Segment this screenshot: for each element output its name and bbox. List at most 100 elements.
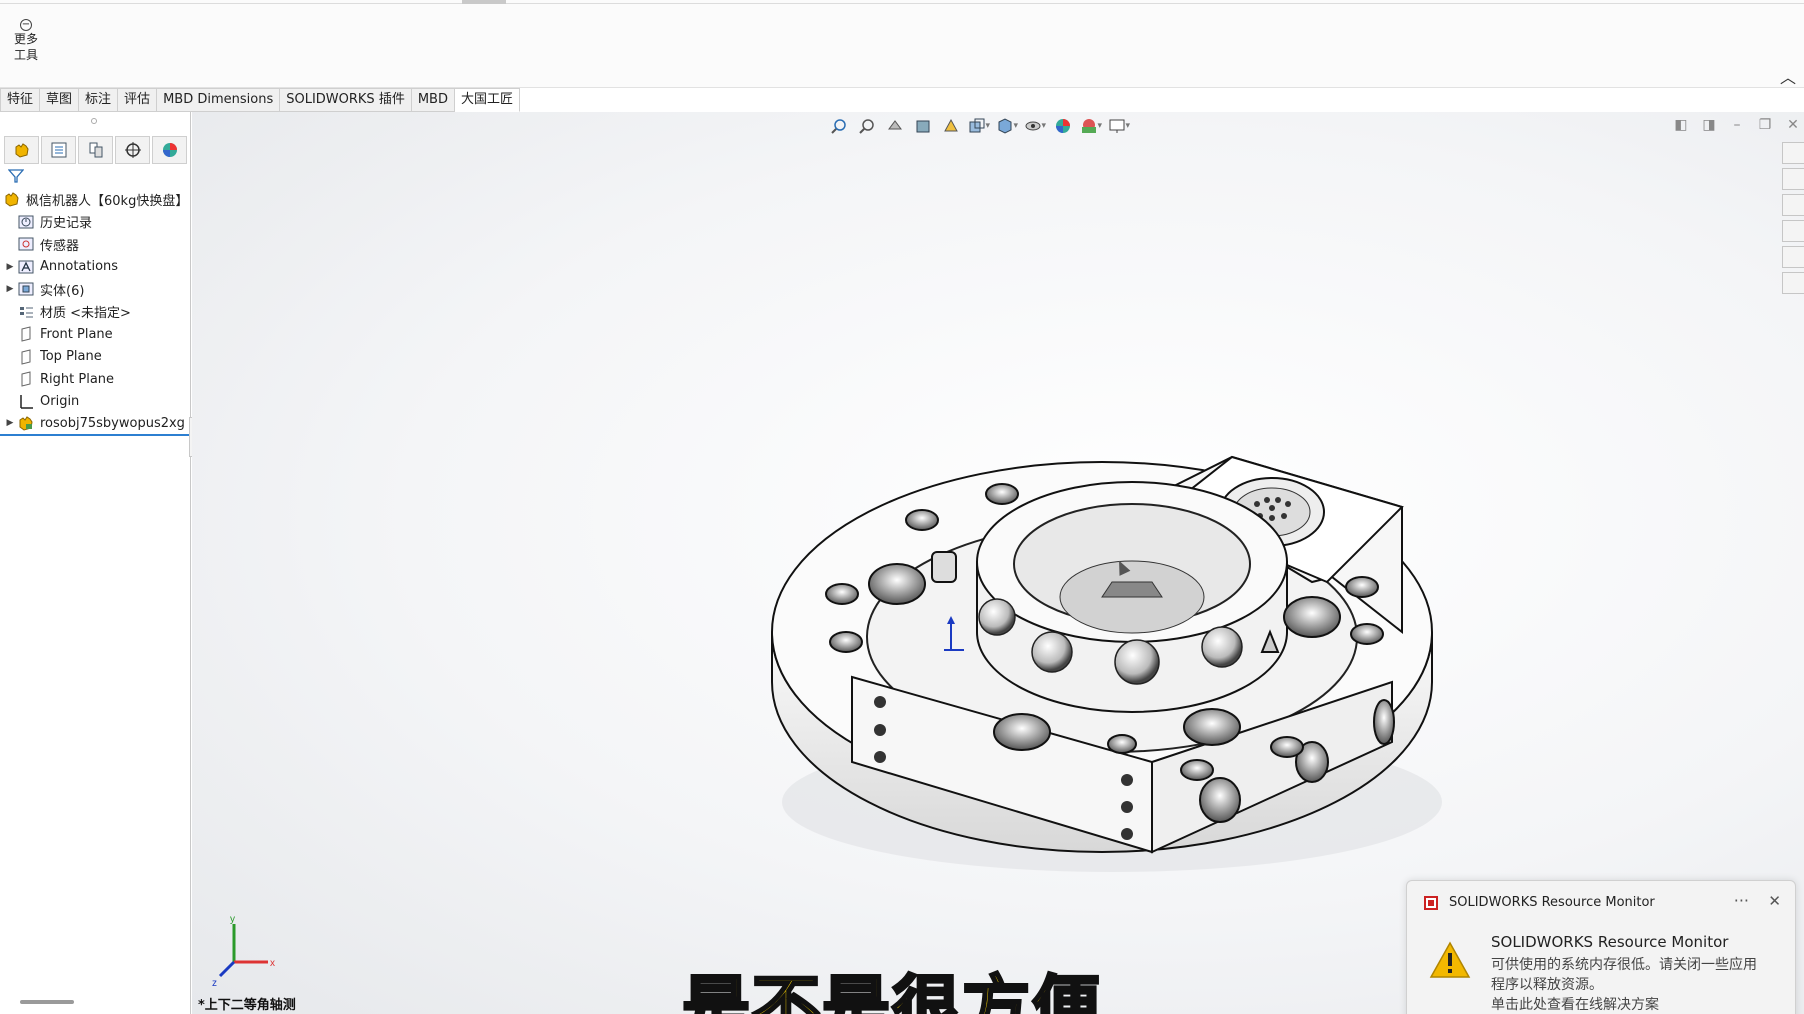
tree-item-imported-body[interactable]: ▶ rosobj75sbywopus2xg bbox=[0, 413, 190, 436]
tree-item-sensors[interactable]: 传感器 bbox=[0, 233, 190, 256]
part-hand-icon bbox=[15, 143, 29, 158]
restore-icon[interactable]: ❐ bbox=[1756, 116, 1774, 134]
tab-solidworks-addins[interactable]: SOLIDWORKS 插件 bbox=[280, 88, 412, 112]
tree-item-annotations[interactable]: ▶ Annotations bbox=[0, 256, 190, 279]
resource-monitor-notification[interactable]: SOLIDWORKS Resource Monitor ··· ✕ SOLIDW… bbox=[1406, 880, 1796, 1014]
reference-triad: x y z bbox=[212, 914, 275, 989]
expand-arrow-icon[interactable]: ▶ bbox=[4, 418, 16, 428]
tree-item-history[interactable]: 历史记录 bbox=[0, 211, 190, 234]
notification-body-line: 程序以释放资源。 bbox=[1491, 977, 1603, 993]
tree-item-label: 材质 <未指定> bbox=[40, 306, 131, 322]
tile-right-icon[interactable]: ◨ bbox=[1700, 116, 1718, 134]
zoom-to-area-icon[interactable] bbox=[856, 116, 878, 136]
tree-item-material[interactable]: 材质 <未指定> bbox=[0, 301, 190, 324]
svg-text:y: y bbox=[230, 914, 235, 925]
heads-up-view-toolbar: ▾ ▾ ▾ ▾ ▾ bbox=[828, 116, 1130, 136]
tree-root-part[interactable]: 枫信机器人【60kg快换盘】 bbox=[0, 188, 190, 211]
notification-close-button[interactable]: ✕ bbox=[1768, 892, 1781, 910]
expand-arrow-icon[interactable]: ▶ bbox=[4, 284, 16, 294]
property-list-icon bbox=[51, 142, 66, 158]
expand-arrow-icon[interactable]: ▶ bbox=[4, 262, 16, 272]
plane-icon bbox=[16, 325, 36, 343]
manager-tabs bbox=[4, 136, 187, 164]
tab-craftsman[interactable]: 大国工匠 bbox=[454, 88, 520, 112]
dynamic-annotation-icon[interactable] bbox=[940, 116, 962, 136]
more-tools-button[interactable]: − 更多 工具 bbox=[6, 12, 46, 63]
tree-item-label: Annotations bbox=[40, 259, 119, 275]
ribbon-scroll-thumb[interactable] bbox=[462, 0, 506, 4]
tree-item-top-plane[interactable]: Top Plane bbox=[0, 346, 190, 369]
section-view-icon[interactable] bbox=[912, 116, 934, 136]
file-explorer-icon[interactable] bbox=[1782, 194, 1804, 216]
panel-horizontal-scrollbar[interactable] bbox=[20, 1000, 74, 1004]
command-tabs: 特征 草图 标注 评估 MBD Dimensions SOLIDWORKS 插件… bbox=[0, 88, 520, 112]
chevron-up-icon[interactable]: ︿ bbox=[1780, 64, 1796, 88]
part-icon bbox=[16, 414, 36, 432]
solidworks-logo-icon bbox=[1424, 896, 1438, 910]
tree-item-origin[interactable]: Origin bbox=[0, 391, 190, 414]
tree-item-right-plane[interactable]: Right Plane bbox=[0, 368, 190, 391]
tree-root-label: 枫信机器人【60kg快换盘】 bbox=[26, 193, 189, 209]
feature-manager-panel: 枫信机器人【60kg快换盘】 历史记录 传感器 ▶ Annotations ▶ … bbox=[0, 112, 191, 1014]
notification-app-name: SOLIDWORKS Resource Monitor bbox=[1449, 895, 1655, 910]
graphics-area[interactable]: ▾ ▾ ▾ ▾ ▾ ◧ ◨ – ❐ ✕ x y z *上下二等角轴测 是不是很方… bbox=[192, 112, 1804, 1014]
tab-mbd[interactable]: MBD bbox=[411, 88, 455, 112]
collapse-circle-icon: − bbox=[20, 19, 32, 31]
design-library-icon[interactable] bbox=[1782, 168, 1804, 190]
custom-properties-icon[interactable] bbox=[1782, 272, 1804, 294]
tree-item-label: 历史记录 bbox=[40, 216, 93, 232]
tree-item-front-plane[interactable]: Front Plane bbox=[0, 323, 190, 346]
filter-icon[interactable] bbox=[7, 168, 25, 188]
more-options-button[interactable]: ··· bbox=[1734, 891, 1749, 910]
feature-manager-tab[interactable] bbox=[4, 136, 39, 164]
dimxpert-manager-tab[interactable] bbox=[115, 136, 150, 164]
configuration-manager-tab[interactable] bbox=[78, 136, 113, 164]
video-subtitle: 是不是很方便 bbox=[680, 968, 1103, 1014]
online-solution-link[interactable]: 单击此处查看在线解决方案 bbox=[1491, 995, 1787, 1014]
previous-view-icon[interactable] bbox=[884, 116, 906, 136]
close-icon[interactable]: ✕ bbox=[1784, 116, 1802, 134]
command-manager-ribbon: − 更多 工具 ︿ bbox=[0, 0, 1804, 88]
plane-icon bbox=[16, 370, 36, 388]
more-tools-label-1: 更多 bbox=[13, 32, 38, 46]
tile-left-icon[interactable]: ◧ bbox=[1672, 116, 1690, 134]
tree-item-label: Right Plane bbox=[40, 371, 115, 387]
minimize-icon[interactable]: – bbox=[1728, 116, 1746, 134]
tab-features[interactable]: 特征 bbox=[0, 88, 41, 112]
apply-scene-icon[interactable]: ▾ bbox=[1080, 116, 1102, 136]
part-3d-model[interactable] bbox=[712, 332, 1472, 892]
solidworks-window: − 更多 工具 ︿ 特征 草图 标注 评估 MBD Dimensions SOL… bbox=[0, 0, 1804, 1014]
panel-grip-icon[interactable] bbox=[91, 118, 97, 124]
zoom-to-fit-icon[interactable] bbox=[828, 116, 850, 136]
ribbon-top-scroll bbox=[0, 0, 1804, 4]
tree-item-label: rosobj75sbywopus2xg bbox=[40, 415, 185, 431]
appearance-sphere-icon bbox=[162, 143, 177, 157]
history-icon bbox=[16, 213, 36, 231]
more-tools-label-2: 工具 bbox=[13, 48, 38, 62]
tree-item-label: Top Plane bbox=[40, 349, 102, 365]
plane-icon bbox=[16, 348, 36, 366]
display-style-icon[interactable]: ▾ bbox=[996, 116, 1018, 136]
hide-show-items-icon[interactable]: ▾ bbox=[1024, 116, 1046, 136]
view-settings-icon[interactable]: ▾ bbox=[1108, 116, 1130, 136]
task-pane-tabs bbox=[1782, 142, 1804, 294]
edit-appearance-icon[interactable] bbox=[1052, 116, 1074, 136]
svg-text:z: z bbox=[212, 978, 217, 989]
view-orientation-icon[interactable]: ▾ bbox=[968, 116, 990, 136]
display-manager-tab[interactable] bbox=[152, 136, 187, 164]
appearances-scenes-icon[interactable] bbox=[1782, 246, 1804, 268]
property-manager-tab[interactable] bbox=[41, 136, 76, 164]
tab-markup[interactable]: 标注 bbox=[79, 88, 119, 112]
notification-title: SOLIDWORKS Resource Monitor bbox=[1491, 933, 1729, 951]
solidworks-resources-icon[interactable] bbox=[1782, 142, 1804, 164]
tab-evaluate[interactable]: 评估 bbox=[118, 88, 158, 112]
tree-item-label: Front Plane bbox=[40, 326, 113, 342]
notification-body: 可供使用的系统内存很低。请关闭一些应用 程序以释放资源。 单击此处查看在线解决方… bbox=[1491, 955, 1787, 1014]
feature-tree: 枫信机器人【60kg快换盘】 历史记录 传感器 ▶ Annotations ▶ … bbox=[0, 188, 190, 436]
tab-sketch[interactable]: 草图 bbox=[40, 88, 80, 112]
notification-body-line: 可供使用的系统内存很低。请关闭一些应用 bbox=[1491, 957, 1757, 973]
tree-item-solid-bodies[interactable]: ▶ 实体(6) bbox=[0, 278, 190, 301]
view-palette-icon[interactable] bbox=[1782, 220, 1804, 242]
tab-mbd-dimensions[interactable]: MBD Dimensions bbox=[157, 88, 281, 112]
tree-item-label: 传感器 bbox=[40, 238, 80, 254]
